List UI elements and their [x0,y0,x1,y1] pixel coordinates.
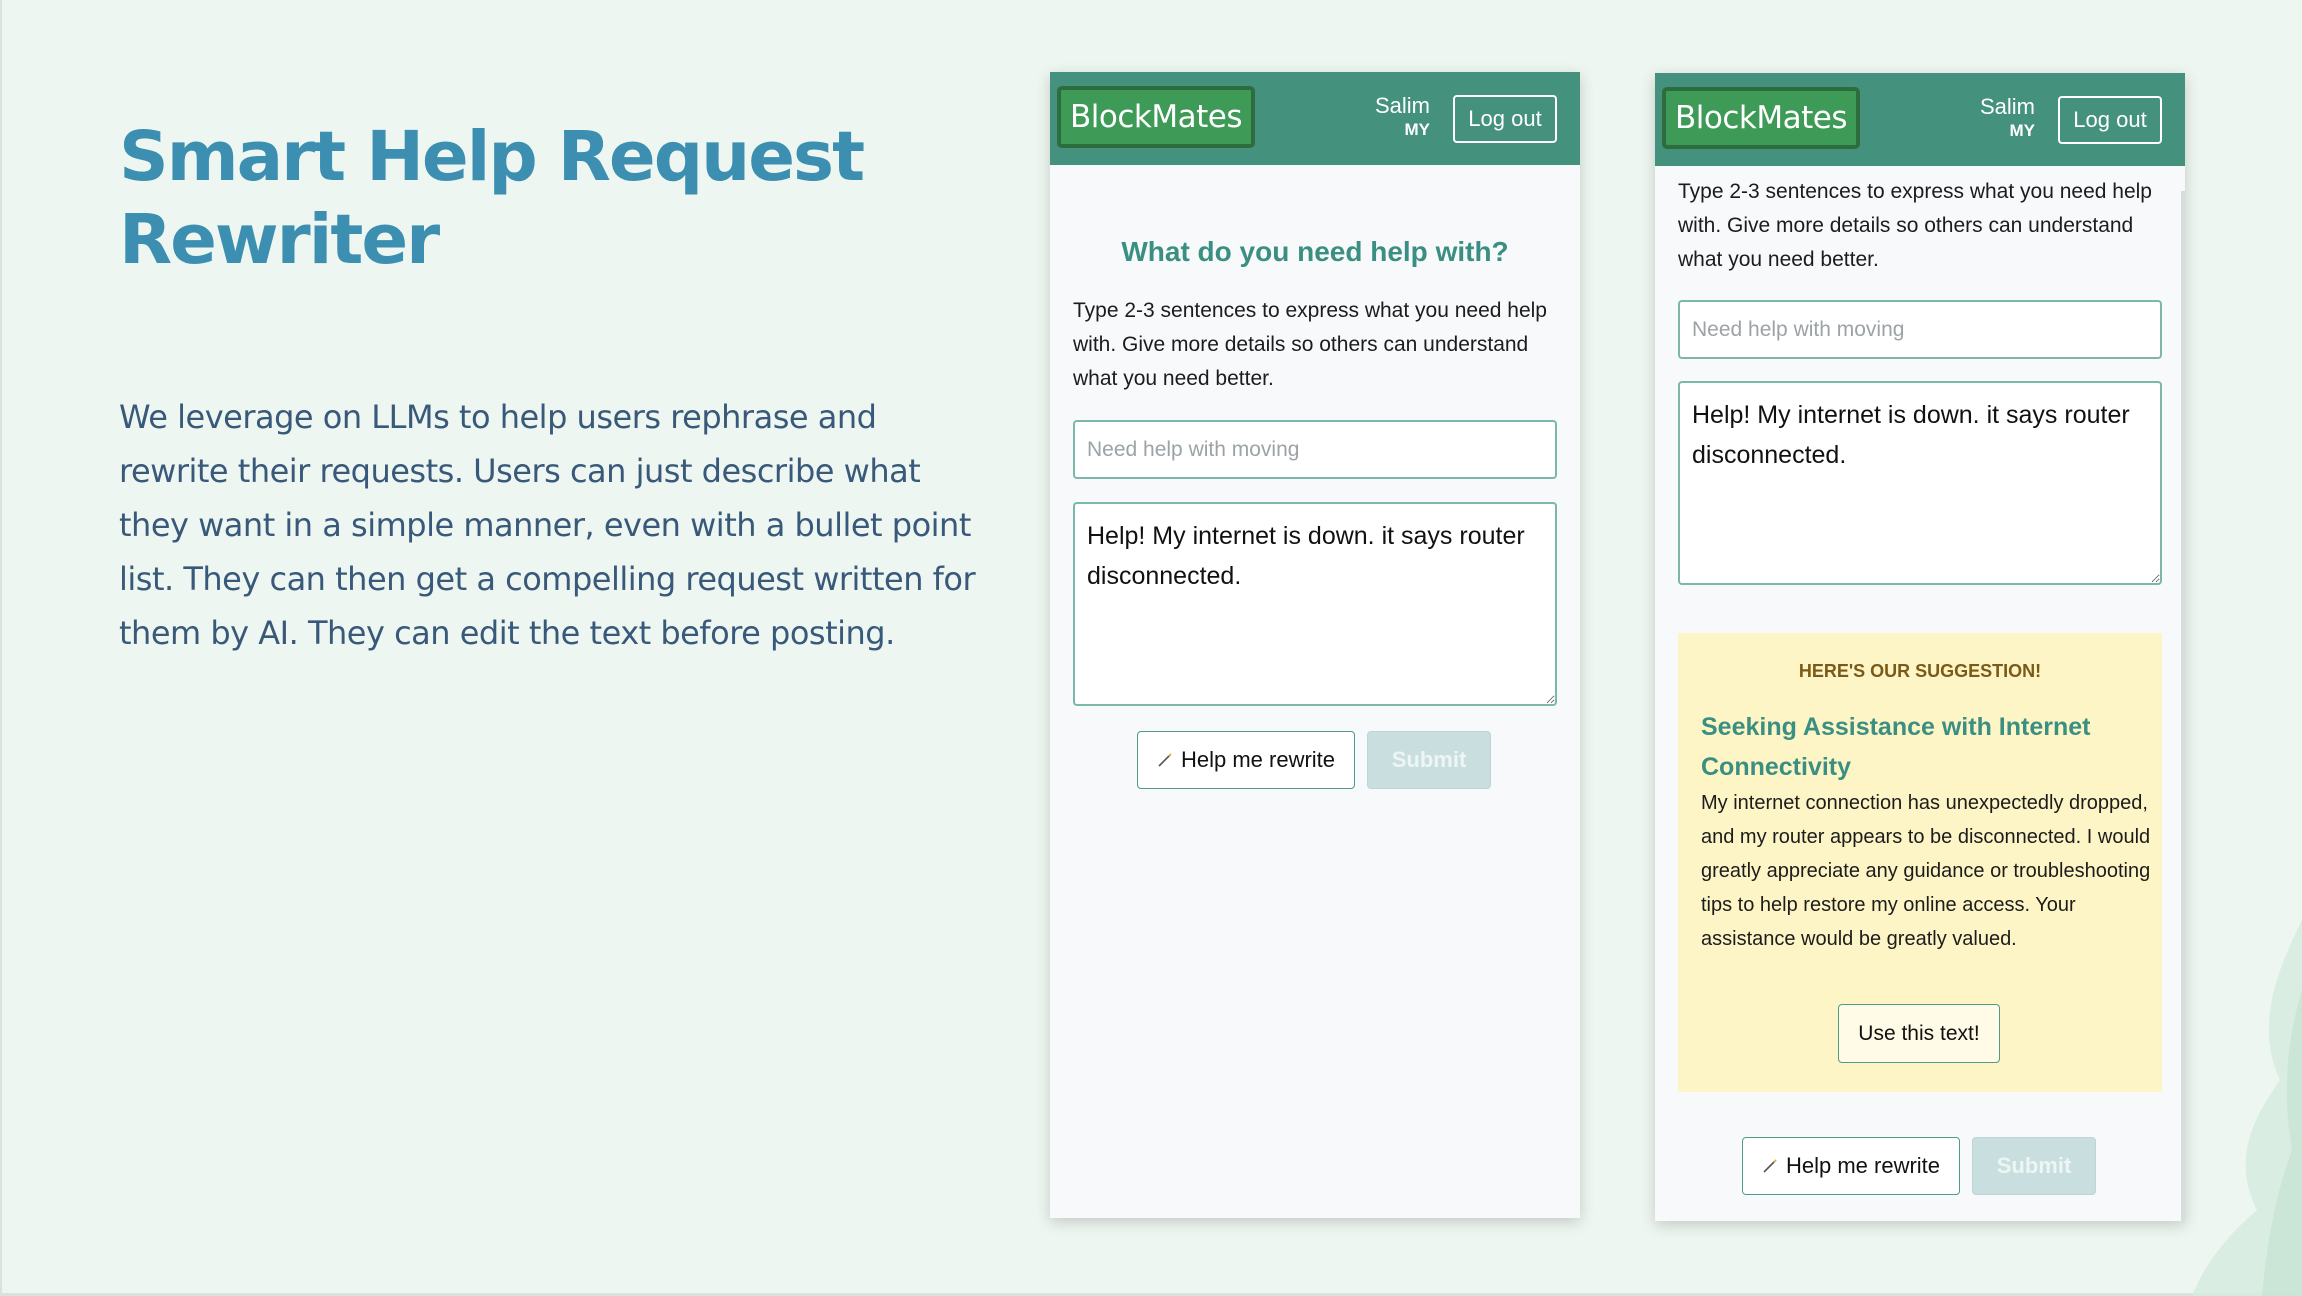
request-title-input[interactable] [1678,300,2162,359]
slide-title: Smart Help Request Rewriter [119,117,865,280]
user-info: Salim MY [1980,93,2035,141]
use-this-text-button[interactable]: Use this text! [1838,1004,2000,1063]
request-title-input[interactable] [1073,420,1557,479]
help-me-rewrite-label: Help me rewrite [1180,747,1336,772]
app-logo-button[interactable]: BlockMates [1662,87,1860,149]
user-info: Salim MY [1375,92,1430,140]
help-me-rewrite-button[interactable]: Help me rewrite [1742,1137,1960,1195]
phone-screen-form: BlockMates Salim MY Log out What do you … [1050,72,1580,1218]
help-me-rewrite-button[interactable]: Help me rewrite [1137,731,1355,789]
user-name: Salim [1374,93,1430,118]
form-heading: What do you need help with? [1121,236,1509,267]
slide-description: We leverage on LLMs to help users rephra… [119,398,976,652]
app-header: BlockMates Salim MY Log out [1050,72,1580,165]
logout-button[interactable]: Log out [2058,96,2162,144]
request-description-textarea[interactable]: Help! My internet is down. it says route… [1073,502,1557,706]
user-country: MY [2009,121,2036,140]
magic-wand-icon [1158,753,1172,767]
form-instructions: Type 2-3 sentences to express what you n… [1678,180,2152,271]
help-me-rewrite-label: Help me rewrite [1785,1153,1941,1178]
user-name: Salim [1979,94,2035,119]
suggestion-text: My internet connection has unexpectedly … [1701,792,2151,950]
submit-button[interactable]: Submit [1367,731,1491,789]
suggestion-title: Seeking Assistance with Internet Connect… [1701,713,2091,781]
form-instructions: Type 2-3 sentences to express what you n… [1073,299,1547,390]
submit-button[interactable]: Submit [1972,1137,2096,1195]
request-description-textarea[interactable]: Help! My internet is down. it says route… [1678,381,2162,585]
decorative-leaf-graphic [2192,920,2302,1296]
user-country: MY [1404,120,1431,139]
magic-wand-icon [1763,1159,1777,1173]
suggestion-panel: HERE'S OUR SUGGESTION! Seeking Assistanc… [1678,633,2162,1092]
phone-screen-suggestion: BlockMates Salim MY Log out Type 2-3 sen… [1655,73,2185,1221]
suggestion-label: HERE'S OUR SUGGESTION! [1798,661,2042,681]
logout-button[interactable]: Log out [1453,95,1557,143]
app-header: BlockMates Salim MY Log out [1655,73,2185,166]
app-logo-button[interactable]: BlockMates [1057,86,1255,148]
